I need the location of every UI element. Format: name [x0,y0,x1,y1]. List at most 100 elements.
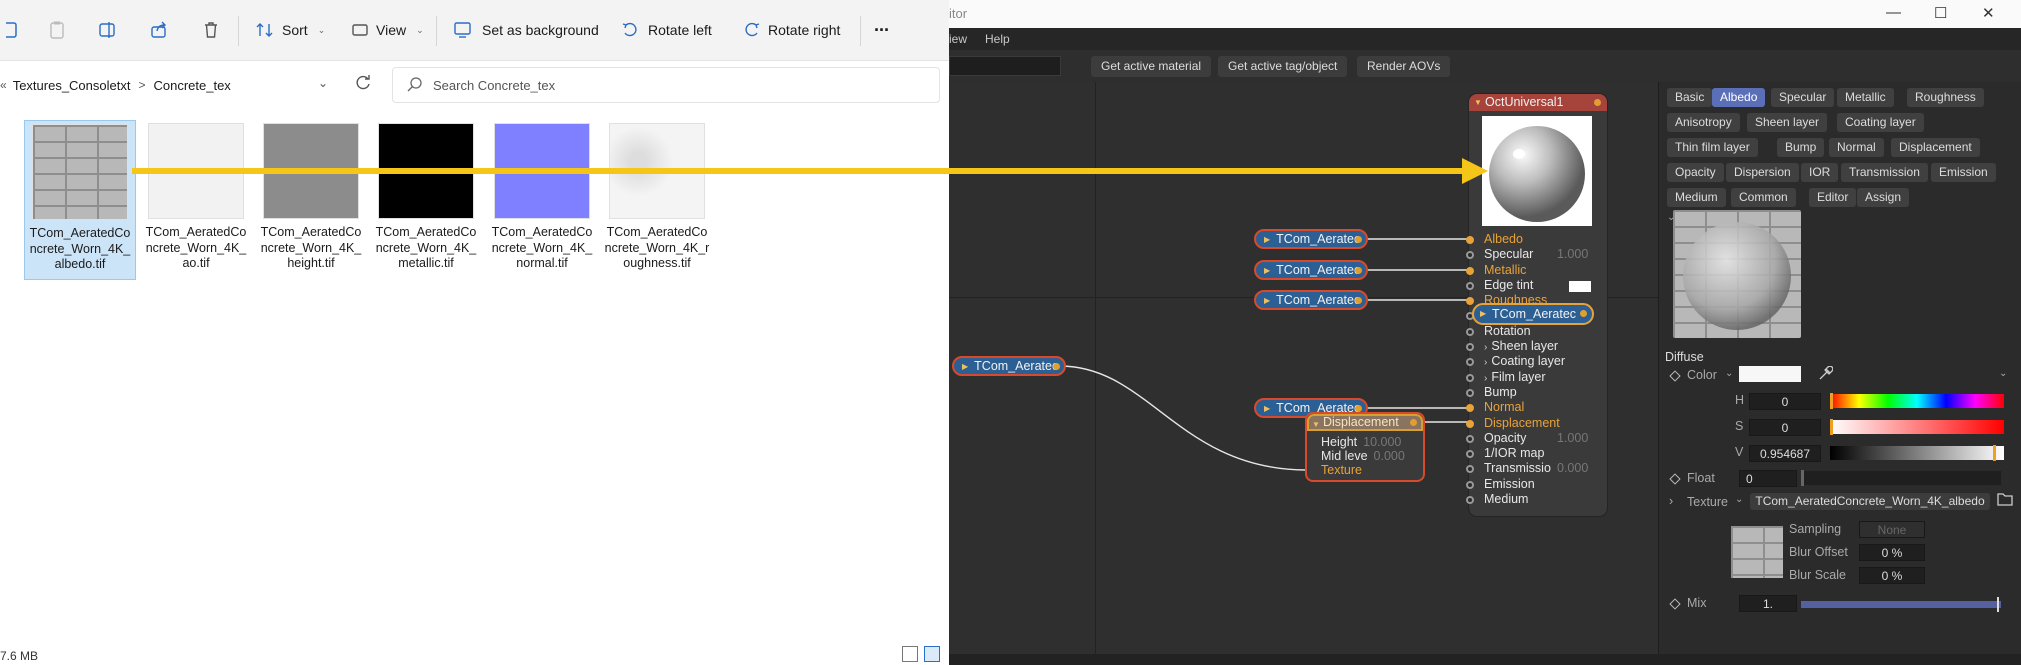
file-item-normal[interactable]: TCom_AeratedCo ncrete_Worn_4K_ normal.ti… [486,120,598,280]
float-slider[interactable] [1801,470,2001,486]
breadcrumb-overflow-icon[interactable]: « [0,78,7,92]
details-view-icon[interactable] [902,646,918,662]
output-pin[interactable] [1355,297,1362,304]
tab-medium[interactable]: Medium [1667,188,1726,207]
file-item-height[interactable]: TCom_AeratedCo ncrete_Worn_4K_ height.ti… [255,120,367,280]
rotate-right-button[interactable]: Rotate right [742,17,840,43]
tab-emission[interactable]: Emission [1931,163,1996,182]
menu-help[interactable]: Help [985,32,1010,46]
file-item-albedo[interactable]: TCom_AeratedCo ncrete_Worn_4K_ albedo.ti… [24,120,136,280]
saturation-slider[interactable] [1830,419,2004,435]
material-pin[interactable]: Normal [1466,400,1607,415]
input-pin[interactable] [1466,388,1474,397]
tab-opacity[interactable]: Opacity [1667,163,1724,182]
tab-sheen-layer[interactable]: Sheen layer [1747,113,1828,132]
displacement-node[interactable]: ▼ Displacement Height 10.000 Mid leve 0.00… [1305,412,1425,482]
tab-ior[interactable]: IOR [1801,163,1839,182]
saturation-input[interactable]: 0 [1749,419,1821,436]
mix-slider[interactable] [1801,597,2001,612]
input-pin[interactable] [1466,236,1474,244]
copy-icon[interactable] [0,17,26,43]
share-icon[interactable] [146,17,172,43]
input-pin[interactable] [1466,496,1474,505]
delete-icon[interactable] [198,17,224,43]
tab-specular[interactable]: Specular [1771,88,1835,107]
address-dropdown-icon[interactable]: ⌄ [318,76,328,90]
paste-icon[interactable] [44,17,70,43]
texture-node-selected[interactable]: ▶ TCom_Aeratec [1472,303,1594,325]
material-pin[interactable]: Opacity 1.000 [1466,431,1607,446]
value-slider[interactable] [1830,445,2004,461]
input-pin[interactable] [1466,343,1474,352]
eyedropper-icon[interactable] [1817,365,1834,385]
texture-name-field[interactable]: TCom_AeratedConcrete_Worn_4K_albedo [1750,493,1990,510]
tab-albedo[interactable]: Albedo [1712,88,1766,107]
tab-coating-layer[interactable]: Coating layer [1837,113,1924,132]
keyframe-icon[interactable] [1669,598,1681,610]
slider-handle[interactable] [1830,419,1833,435]
sampling-select[interactable]: None [1859,521,1925,538]
material-pin[interactable]: Transmissio 0.000 [1466,461,1607,476]
node-graph[interactable]: ▶ TCom_Aeratec ▶ TCom_Aeratec ▶ TCom_Aer… [949,82,1658,654]
input-pin[interactable] [1466,480,1474,489]
material-pin[interactable]: Albedo [1466,232,1607,247]
displacement-node-header[interactable]: ▼ Displacement [1307,414,1423,431]
refresh-icon[interactable] [354,74,374,94]
output-pin[interactable] [1594,99,1601,106]
tab-metallic[interactable]: Metallic [1837,88,1894,107]
slider-handle[interactable] [1993,445,1996,461]
keyframe-icon[interactable] [1669,473,1681,485]
output-pin[interactable] [1053,363,1060,370]
material-pin[interactable]: › Coating layer [1466,354,1607,369]
slider-handle[interactable] [1801,470,1804,486]
material-pin[interactable]: Emission [1466,477,1607,492]
slider-handle[interactable] [1830,393,1833,409]
tab-anisotropy[interactable]: Anisotropy [1667,113,1740,132]
file-item-metallic[interactable]: TCom_AeratedCo ncrete_Worn_4K_ metallic.… [370,120,482,280]
tab-thin-film-layer[interactable]: Thin film layer [1667,138,1758,157]
tab-transmission[interactable]: Transmission [1841,163,1928,182]
get-active-material-button[interactable]: Get active material [1091,56,1212,77]
tab-basic[interactable]: Basic [1667,88,1713,107]
material-field[interactable] [949,56,1061,76]
input-pin[interactable] [1466,419,1474,428]
chevron-down-icon[interactable]: ⌄ [1999,368,2007,379]
blur-scale-input[interactable]: 0 % [1859,567,1925,584]
material-node-header[interactable]: ▼ OctUniversal1 [1469,94,1607,111]
float-input[interactable]: 0 [1739,470,1797,487]
file-item-ao[interactable]: TCom_AeratedCo ncrete_Worn_4K_ ao.tif [140,120,252,280]
input-pin[interactable] [1466,297,1474,306]
input-pin[interactable] [1466,327,1474,336]
slider-handle[interactable] [1997,597,1999,612]
input-pin[interactable] [1466,373,1474,382]
texture-node-roughness[interactable]: ▶ TCom_Aeratec [1254,290,1368,310]
color-swatch[interactable] [1739,366,1801,382]
collapse-icon[interactable]: ▼ [1474,94,1482,111]
displacement-texture-pin[interactable]: Texture [1321,463,1362,477]
large-icons-view-icon[interactable] [924,646,940,662]
view-button[interactable]: View ⌄ [352,17,424,43]
maximize-icon[interactable]: ☐ [1934,4,1947,22]
close-icon[interactable]: ✕ [1982,4,1995,22]
material-pin[interactable]: Rotation [1466,324,1607,339]
tab-normal[interactable]: Normal [1829,138,1884,157]
input-pin[interactable] [1466,434,1474,443]
value-input[interactable]: 0.954687 [1749,445,1821,462]
sort-button[interactable]: Sort ⌄ [256,17,325,43]
output-pin[interactable] [1355,267,1362,274]
rename-icon[interactable] [94,17,120,43]
menu-view[interactable]: iew [949,32,967,46]
input-pin[interactable] [1466,465,1474,474]
keyframe-icon[interactable] [1669,370,1681,382]
material-pin[interactable]: › Sheen layer [1466,339,1607,354]
output-pin[interactable] [1355,236,1362,243]
input-pin[interactable] [1466,281,1474,290]
more-options-button[interactable]: ··· [874,17,890,43]
folder-icon[interactable] [1997,492,2013,509]
input-pin[interactable] [1466,404,1474,413]
input-pin[interactable] [1466,358,1474,367]
minimize-icon[interactable]: — [1886,4,1901,21]
breadcrumb-item[interactable]: Textures_Consoletxt [13,78,131,93]
material-pin[interactable]: Displacement [1466,416,1607,431]
material-pin[interactable]: › Film layer [1466,370,1607,385]
